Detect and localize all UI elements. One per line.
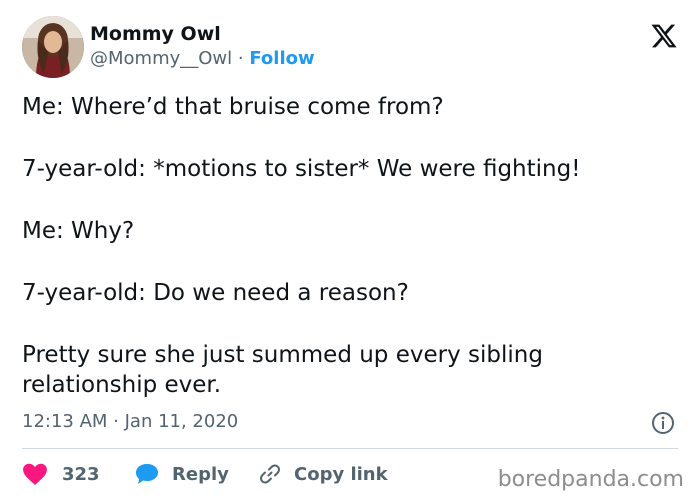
heart-icon [23, 463, 47, 485]
speech-bubble-icon [136, 464, 158, 484]
info-icon[interactable] [651, 411, 675, 435]
display-name[interactable]: Mommy Owl [90, 22, 315, 46]
like-button[interactable]: 323 [22, 458, 100, 490]
separator-dot: · [237, 48, 244, 69]
tweet-text: Me: Where’d that bruise come from? 7-yea… [22, 92, 672, 400]
handle-row: @Mommy__Owl · Follow [90, 46, 315, 72]
tweet-paragraph: Me: Where’d that bruise come from? [22, 94, 444, 120]
author-names: Mommy Owl @Mommy__Owl · Follow [90, 22, 315, 72]
tweet-header: Mommy Owl @Mommy__Owl · Follow [22, 16, 682, 78]
copy-link-label: Copy link [294, 463, 388, 485]
like-count: 323 [62, 463, 100, 485]
copy-link-button[interactable]: Copy link [258, 458, 388, 490]
reply-label: Reply [172, 463, 229, 485]
x-logo-icon[interactable] [650, 22, 678, 50]
avatar-photo [22, 16, 84, 78]
reply-button[interactable]: Reply [134, 458, 229, 490]
tweet-paragraph: 7-year-old: *motions to sister* We were … [22, 156, 581, 182]
follow-button[interactable]: Follow [249, 48, 314, 69]
divider [22, 448, 678, 449]
tweet-paragraph: 7-year-old: Do we need a reason? [22, 280, 409, 306]
watermark: boredpanda.com [497, 467, 684, 492]
handle[interactable]: @Mommy__Owl [90, 48, 232, 69]
tweet-paragraph: Pretty sure she just summed up every sib… [22, 342, 543, 398]
tweet-paragraph: Me: Why? [22, 218, 135, 244]
tweet-timestamp[interactable]: 12:13 AM · Jan 11, 2020 [22, 409, 238, 435]
avatar[interactable] [22, 16, 84, 78]
link-icon [260, 464, 280, 484]
